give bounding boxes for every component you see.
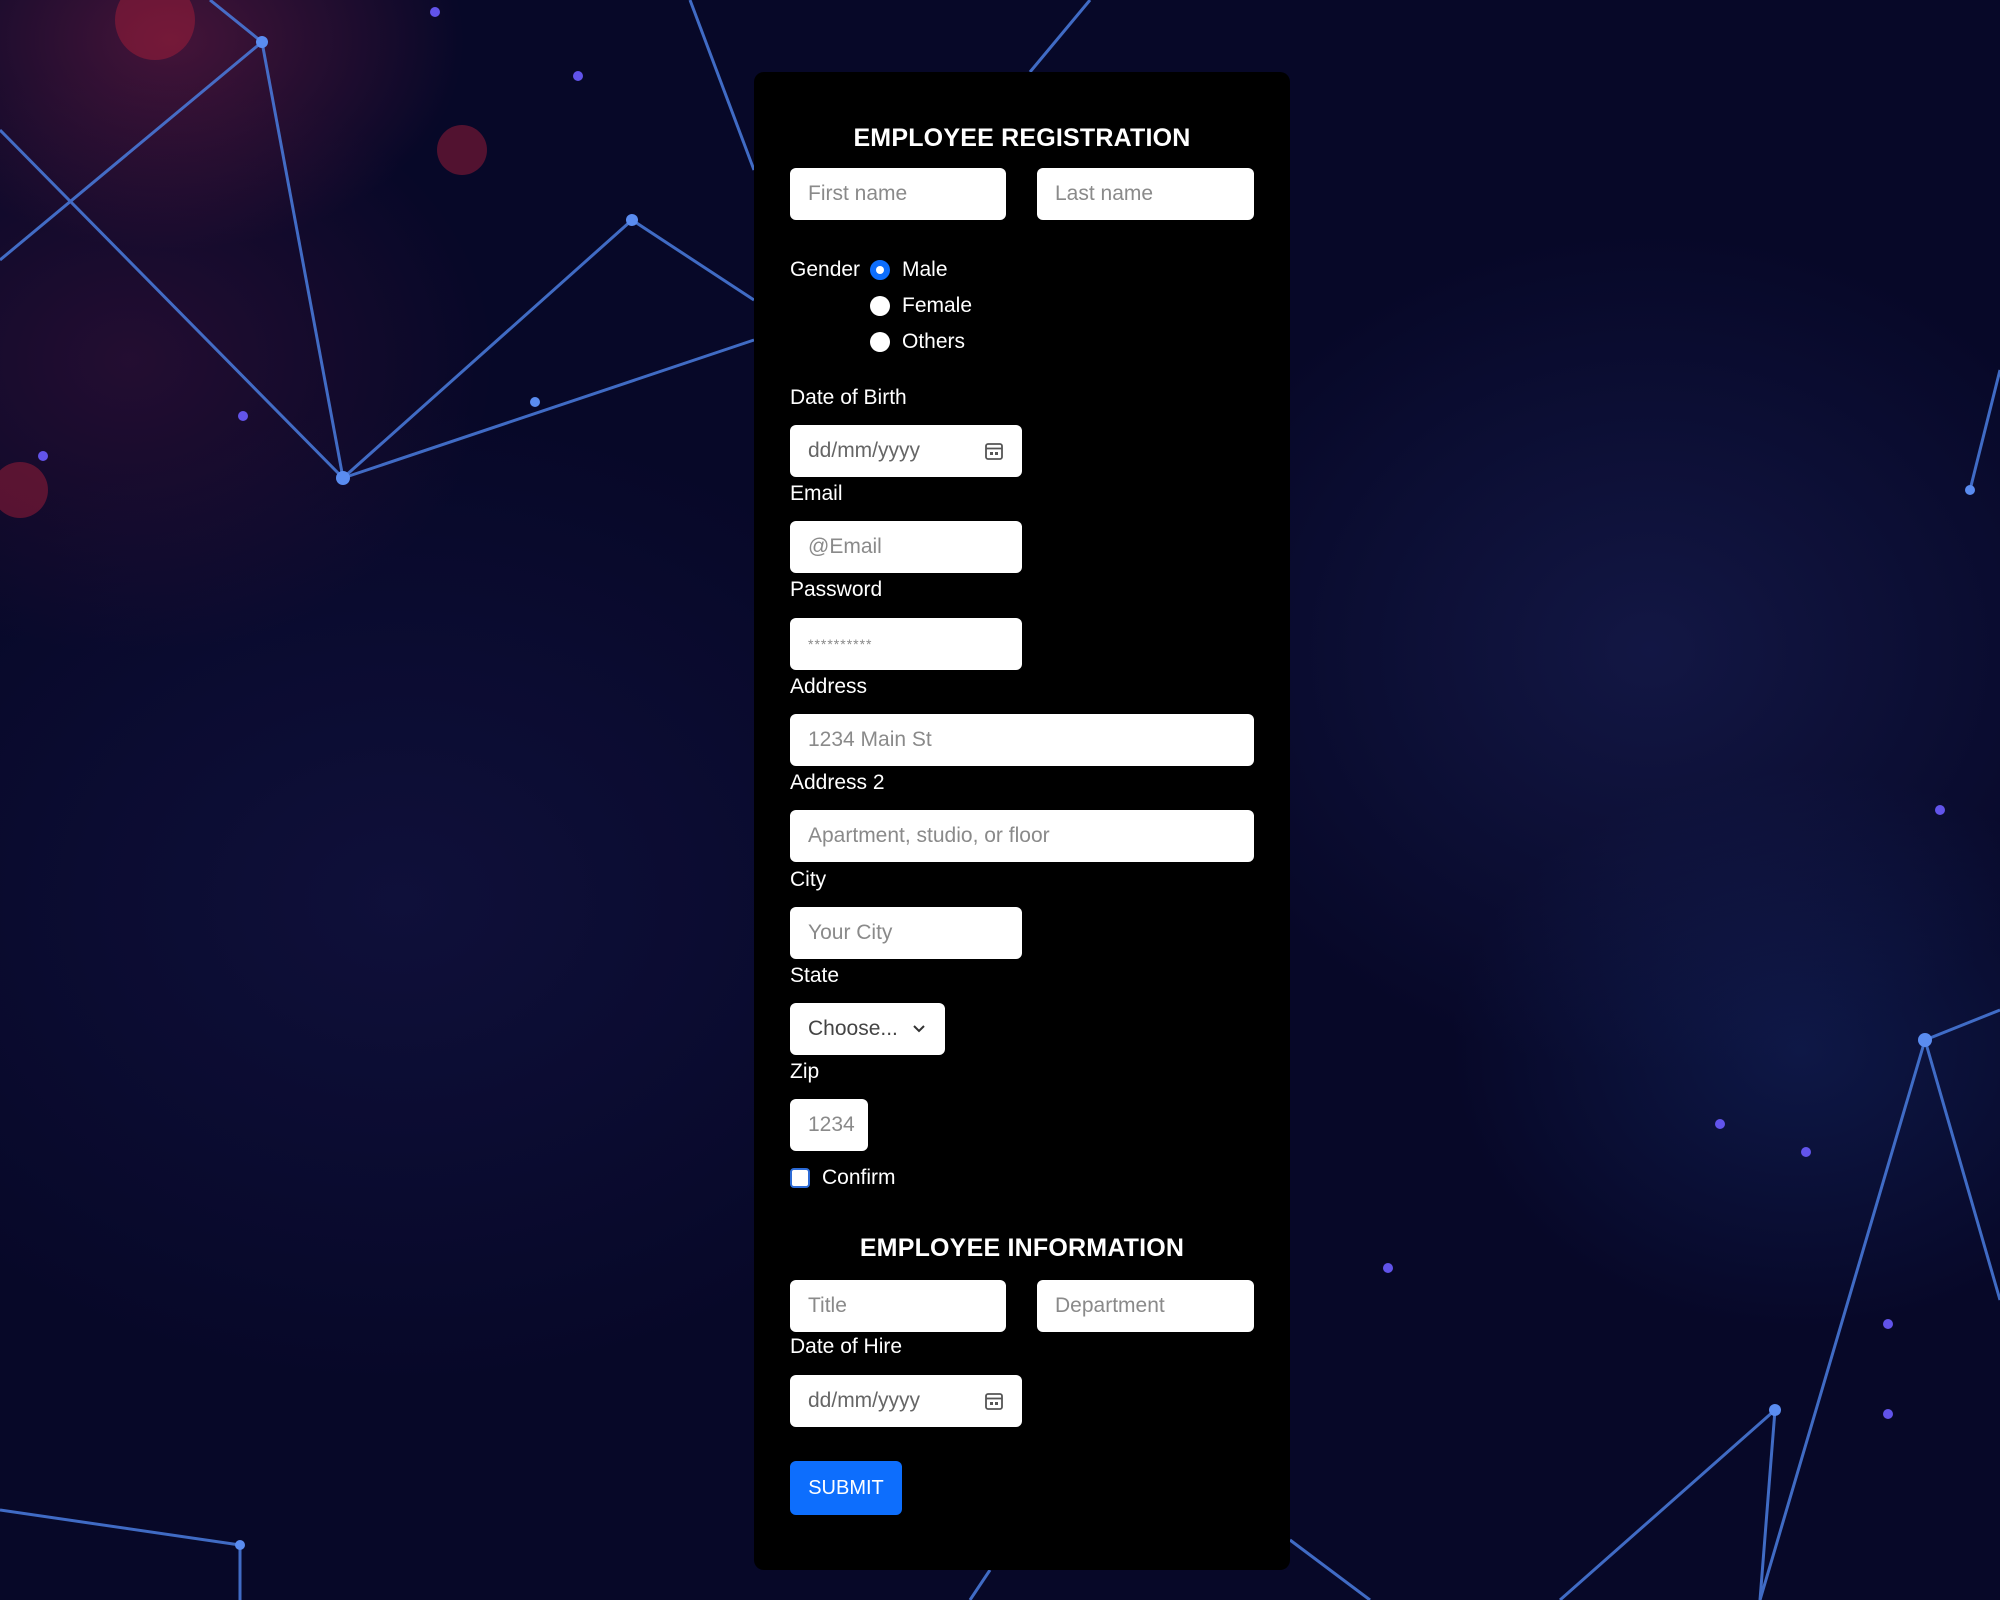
state-label: State	[790, 964, 840, 987]
zip-label: Zip	[790, 1060, 820, 1083]
gender-option-male[interactable]: Male	[870, 258, 948, 282]
department-input[interactable]: Department	[1037, 1280, 1254, 1332]
state-selected-value: Choose...	[808, 1017, 898, 1040]
female-radio[interactable]	[870, 296, 890, 316]
calendar-icon[interactable]	[984, 1391, 1004, 1411]
last-name-placeholder: Last name	[1055, 182, 1154, 205]
hire-date-placeholder: dd/mm/yyyy	[808, 1389, 921, 1412]
city-placeholder: Your City	[808, 921, 893, 944]
password-label: Password	[790, 578, 883, 601]
confirm-label: Confirm	[822, 1166, 896, 1189]
dob-placeholder: dd/mm/yyyy	[808, 439, 921, 462]
city-input[interactable]: Your City	[790, 907, 1022, 959]
gender-label: Gender	[790, 258, 861, 281]
male-label: Male	[902, 258, 948, 281]
address2-input[interactable]: Apartment, studio, or floor	[790, 810, 1254, 862]
dob-input[interactable]: dd/mm/yyyy	[790, 425, 1022, 477]
zip-input[interactable]: 1234	[790, 1099, 868, 1151]
others-label: Others	[902, 330, 966, 353]
address2-label: Address 2	[790, 771, 885, 794]
address2-placeholder: Apartment, studio, or floor	[808, 824, 1050, 847]
last-name-input[interactable]: Last name	[1037, 168, 1254, 220]
first-name-placeholder: First name	[808, 182, 908, 205]
dob-label: Date of Birth	[790, 386, 907, 409]
registration-form-card: EMPLOYEE REGISTRATION First name Last na…	[754, 72, 1290, 1570]
title-input[interactable]: Title	[790, 1280, 1006, 1332]
gender-option-female[interactable]: Female	[870, 294, 972, 318]
department-placeholder: Department	[1055, 1294, 1165, 1317]
state-select[interactable]: Choose...	[790, 1003, 945, 1055]
information-heading: EMPLOYEE INFORMATION	[859, 1234, 1185, 1262]
address-placeholder: 1234 Main St	[808, 728, 932, 751]
chevron-down-icon	[913, 1025, 925, 1033]
submit-button[interactable]: SUBMIT	[790, 1461, 902, 1515]
gender-option-others[interactable]: Others	[870, 330, 965, 354]
zip-placeholder: 1234	[808, 1113, 855, 1136]
email-input[interactable]: @Email	[790, 521, 1022, 573]
address-label: Address	[790, 675, 868, 698]
male-radio[interactable]	[870, 260, 890, 280]
calendar-icon[interactable]	[984, 441, 1004, 461]
hire-date-input[interactable]: dd/mm/yyyy	[790, 1375, 1022, 1427]
email-placeholder: @Email	[808, 535, 882, 558]
hire-date-label: Date of Hire	[790, 1335, 903, 1358]
registration-heading: EMPLOYEE REGISTRATION	[853, 124, 1191, 152]
password-input[interactable]: **********	[790, 618, 1022, 670]
city-label: City	[790, 868, 827, 891]
title-placeholder: Title	[808, 1294, 847, 1317]
address-input[interactable]: 1234 Main St	[790, 714, 1254, 766]
password-placeholder: **********	[808, 636, 873, 652]
confirm-checkbox[interactable]	[790, 1168, 810, 1188]
female-label: Female	[902, 294, 973, 317]
first-name-input[interactable]: First name	[790, 168, 1006, 220]
others-radio[interactable]	[870, 332, 890, 352]
email-label: Email	[790, 482, 843, 505]
